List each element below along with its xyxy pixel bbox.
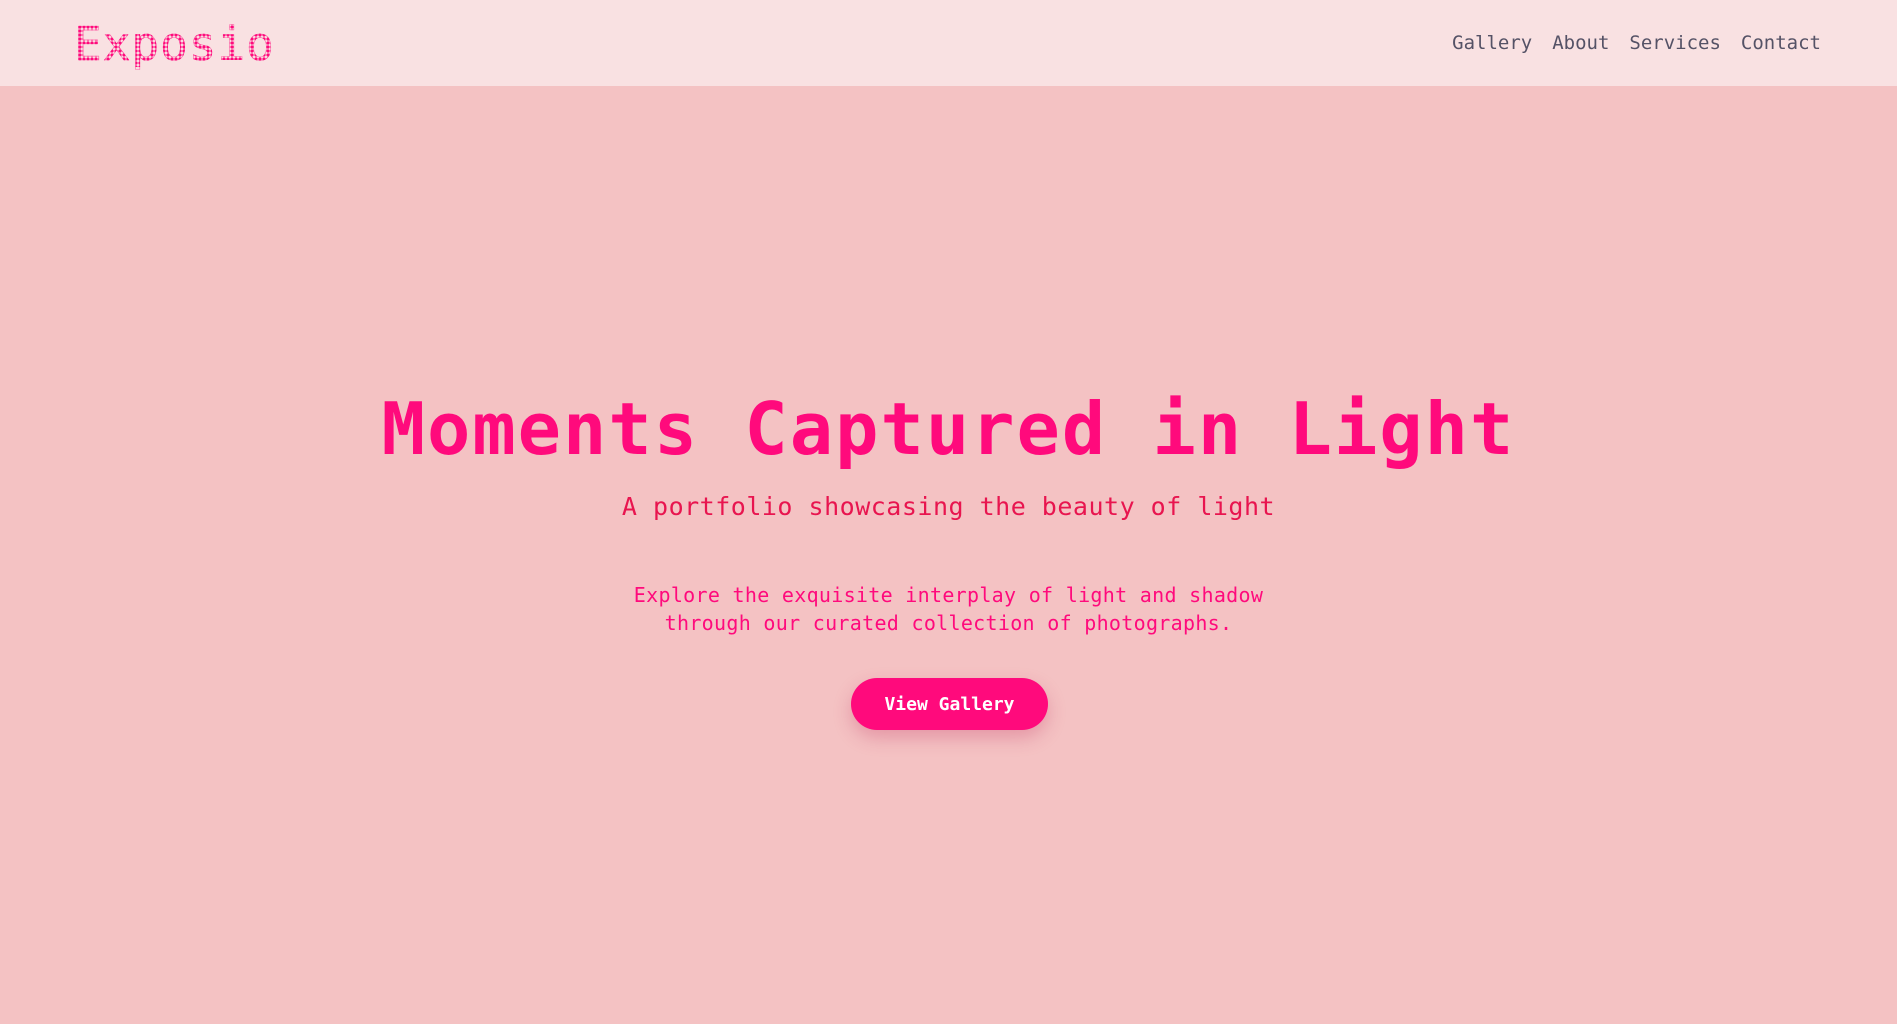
site-header: Exposio Gallery About Services Contact	[0, 0, 1897, 86]
hero-title: Moments Captured in Light	[381, 387, 1516, 471]
nav-link-gallery[interactable]: Gallery	[1452, 32, 1532, 54]
logo[interactable]: Exposio	[74, 21, 275, 68]
nav-link-about[interactable]: About	[1552, 32, 1609, 54]
nav-link-services[interactable]: Services	[1629, 32, 1721, 54]
nav-link-contact[interactable]: Contact	[1741, 32, 1821, 54]
hero-description: Explore the exquisite interplay of light…	[599, 581, 1299, 637]
hero-subtitle: A portfolio showcasing the beauty of lig…	[621, 492, 1276, 521]
hero-description-line-1: Explore the exquisite interplay of light…	[633, 583, 1264, 607]
hero-description-line-2: through our curated collection of photog…	[664, 611, 1233, 635]
view-gallery-button[interactable]: View Gallery	[851, 678, 1048, 730]
hero-section: Moments Captured in Light A portfolio sh…	[0, 86, 1897, 1024]
main-nav: Gallery About Services Contact	[1452, 32, 1821, 54]
